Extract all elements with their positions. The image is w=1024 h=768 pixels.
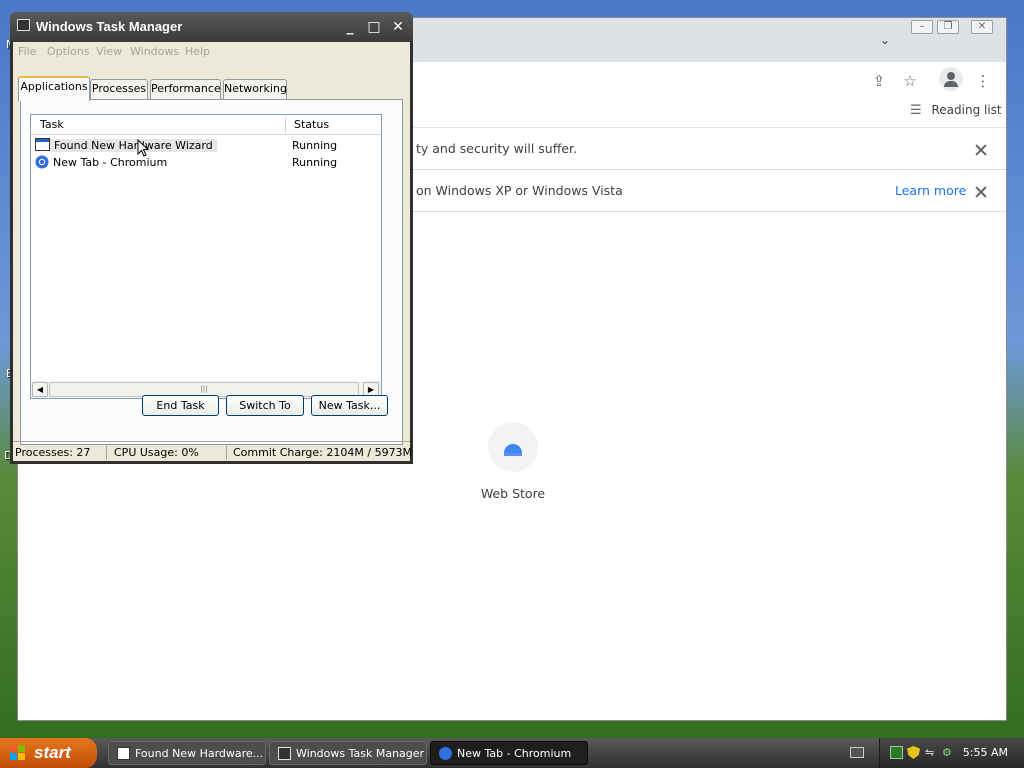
menu-windows[interactable]: Windows: [130, 45, 179, 58]
minimize-button[interactable]: _: [340, 18, 360, 36]
taskbar-item-task-manager[interactable]: Windows Task Manager: [269, 741, 427, 765]
bookmark-star-icon[interactable]: ☆: [900, 71, 920, 91]
close-icon[interactable]: [974, 185, 988, 199]
task-manager-icon: [17, 19, 30, 31]
tab-search-chevron-icon[interactable]: ⌄: [880, 33, 890, 47]
tab-applications[interactable]: Applications: [18, 76, 90, 101]
learn-more-link[interactable]: Learn more: [895, 183, 966, 198]
table-row[interactable]: Found New Hardware Wizard Running: [35, 137, 379, 154]
hardware-icon[interactable]: ⚙: [942, 746, 955, 759]
menu-help[interactable]: Help: [185, 45, 210, 58]
close-icon[interactable]: [974, 143, 988, 157]
taskbar-item-label: New Tab - Chromium: [457, 747, 572, 760]
column-status[interactable]: Status: [294, 118, 329, 131]
tab-performance[interactable]: Performance: [150, 79, 221, 100]
windows-logo-icon: [10, 745, 27, 761]
window-title: Windows Task Manager: [36, 19, 183, 34]
table-row[interactable]: New Tab - Chromium Running: [35, 154, 379, 171]
commit-charge: Commit Charge: 2104M / 5973M: [233, 446, 413, 459]
new-task-button[interactable]: New Task...: [311, 395, 388, 416]
minimize-button[interactable]: –: [911, 20, 933, 34]
task-list[interactable]: Task Status Found New Hardware Wizard Ru…: [30, 114, 382, 399]
status-bar: Processes: 27 CPU Usage: 0% Commit Charg…: [13, 441, 413, 461]
share-icon[interactable]: ⇪: [869, 71, 889, 91]
end-task-button[interactable]: End Task: [142, 395, 219, 416]
menu-bar: File Options View Windows Help: [13, 42, 410, 62]
taskbar-item-hardware-wizard[interactable]: Found New Hardware...: [108, 741, 266, 765]
chromium-icon: [35, 155, 49, 169]
taskbar: start Found New Hardware... Windows Task…: [0, 738, 1024, 768]
task-name: Found New Hardware Wizard: [50, 139, 217, 152]
web-store-label: Web Store: [480, 486, 546, 501]
web-store-shortcut[interactable]: [488, 422, 538, 472]
wizard-window-icon: [35, 138, 50, 151]
maximize-button[interactable]: □: [364, 18, 384, 36]
security-shield-icon[interactable]: [907, 746, 920, 759]
close-button[interactable]: ✕: [971, 20, 993, 34]
reading-list-icon: ☰: [910, 103, 922, 118]
close-button[interactable]: ✕: [388, 18, 408, 36]
task-status: Running: [292, 156, 338, 169]
chromium-icon: [439, 747, 452, 760]
menu-view[interactable]: View: [96, 45, 122, 58]
taskbar-item-chromium[interactable]: New Tab - Chromium: [430, 741, 588, 765]
keyboard-icon[interactable]: [850, 747, 864, 758]
menu-file[interactable]: File: [18, 45, 36, 58]
task-name: New Tab - Chromium: [53, 156, 168, 169]
profile-avatar-icon[interactable]: [939, 67, 963, 91]
tab-networking[interactable]: Networking: [223, 79, 287, 100]
menu-kebab-icon[interactable]: ⋮: [973, 71, 993, 91]
restore-button[interactable]: ❐: [937, 20, 959, 34]
switch-to-button[interactable]: Switch To: [226, 395, 304, 416]
task-manager-body: File Options View Windows Help Applicati…: [13, 42, 413, 461]
tab-processes[interactable]: Processes: [90, 79, 148, 100]
safely-remove-hardware-icon[interactable]: [890, 746, 903, 759]
task-status: Running: [292, 139, 338, 152]
scroll-left-arrow-icon[interactable]: ◀: [32, 382, 48, 397]
system-tray: ⇋ ⚙ 5:55 AM: [879, 738, 1024, 768]
start-button[interactable]: start: [0, 738, 97, 768]
list-header: Task Status: [31, 115, 381, 135]
infobar-message: on Windows XP or Windows Vista: [416, 183, 623, 198]
column-divider[interactable]: [285, 117, 286, 133]
menu-options[interactable]: Options: [47, 45, 89, 58]
start-label: start: [34, 743, 71, 762]
wizard-window-icon: [117, 747, 130, 760]
column-task[interactable]: Task: [40, 118, 64, 131]
network-icon[interactable]: ⇋: [925, 746, 938, 759]
reading-list-button[interactable]: ☰ Reading list: [910, 103, 1002, 118]
status-divider: [106, 444, 107, 460]
taskbar-item-label: Found New Hardware...: [135, 747, 264, 760]
cpu-usage: CPU Usage: 0%: [114, 446, 199, 459]
taskbar-item-label: Windows Task Manager: [296, 747, 425, 760]
status-divider: [226, 444, 227, 460]
task-manager-window: Windows Task Manager _ □ ✕ File Options …: [10, 12, 413, 464]
task-manager-icon: [278, 747, 291, 760]
clock[interactable]: 5:55 AM: [963, 746, 1008, 759]
title-bar[interactable]: Windows Task Manager _ □ ✕: [10, 12, 413, 42]
mouse-cursor-icon: [137, 139, 149, 157]
infobar-message: ty and security will suffer.: [416, 141, 577, 156]
web-store-icon: [504, 444, 522, 456]
reading-list-label: Reading list: [931, 103, 1002, 117]
process-count: Processes: 27: [15, 446, 91, 459]
